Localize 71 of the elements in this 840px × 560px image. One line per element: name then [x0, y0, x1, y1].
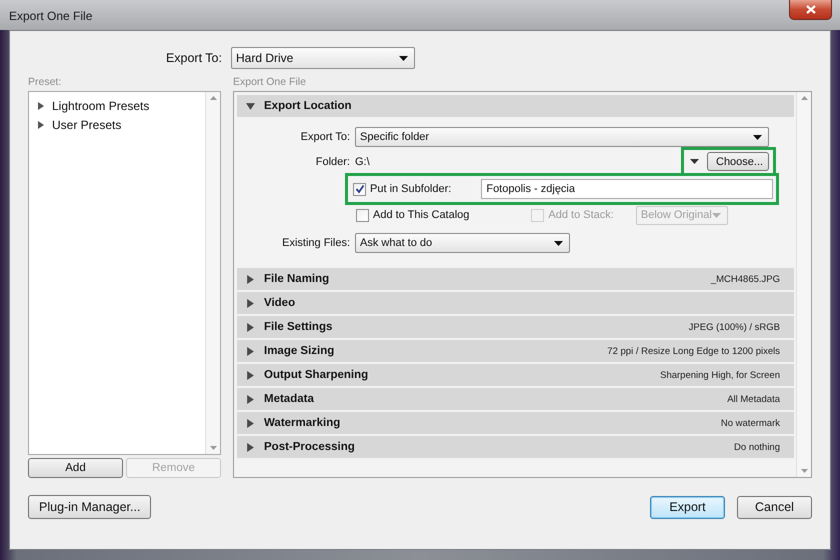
- section-summary: Do nothing: [734, 442, 780, 452]
- section-title: File Naming: [264, 273, 330, 285]
- section-header[interactable]: Image Sizing 72 ppi / Resize Long Edge to 1200 pixels: [237, 340, 794, 362]
- section-title: Image Sizing: [264, 345, 334, 357]
- collapsed-triangle-icon: [246, 322, 255, 332]
- subfolder-field[interactable]: Fotopolis - zdjęcia: [481, 179, 773, 199]
- pane-label: Preset:: [28, 75, 62, 90]
- plugin-manager-button[interactable]: Plug-in Manager...: [28, 495, 152, 519]
- section-summary: All Metadata: [727, 394, 780, 404]
- section-header[interactable]: File Settings JPEG (100%) / sRGB: [237, 316, 794, 338]
- checkbox[interactable]: [353, 182, 366, 196]
- section-header[interactable]: Output Sharpening Sharpening High, for Screen: [237, 364, 794, 386]
- checkbox-label: Add to This Catalog: [373, 209, 470, 221]
- section-header[interactable]: Export Location: [237, 95, 794, 117]
- section-header[interactable]: Video: [237, 292, 794, 314]
- section-summary: JPEG (100%) / sRGB: [688, 322, 780, 332]
- section-title: Output Sharpening: [264, 369, 368, 381]
- checkbox-label: Put in Subfolder:: [370, 183, 452, 195]
- folder-path: G:\: [355, 156, 370, 168]
- preset-button[interactable]: Add: [28, 458, 123, 478]
- caret-icon: [399, 56, 408, 60]
- scrollbar[interactable]: [205, 92, 220, 454]
- collapsed-triangle-icon: [246, 346, 255, 356]
- field-label: Folder:: [314, 156, 351, 168]
- collapsed-triangle-icon: [246, 370, 255, 380]
- section-title: Watermarking: [264, 417, 340, 429]
- field-label: Export To:: [164, 51, 222, 65]
- scrollbar[interactable]: [796, 92, 811, 477]
- dialog-button[interactable]: Cancel: [737, 496, 812, 518]
- caret-icon: [554, 240, 563, 246]
- section-header[interactable]: Post-Processing Do nothing: [237, 436, 794, 458]
- collapsed-triangle-icon: [246, 418, 255, 428]
- section-title: Video: [264, 297, 296, 309]
- collapsed-triangle-icon: [246, 274, 255, 284]
- expanded-triangle-icon: [246, 102, 255, 110]
- caret-icon: [712, 212, 721, 218]
- section-summary: _MCH4865.JPG: [710, 274, 780, 284]
- tree-item[interactable]: Lightroom Presets: [52, 99, 150, 113]
- caret-icon[interactable]: [690, 159, 699, 164]
- section-summary: 72 ppi / Resize Long Edge to 1200 pixels: [607, 346, 780, 356]
- section-title: Metadata: [264, 393, 314, 405]
- dropdown[interactable]: Hard Drive: [231, 47, 415, 69]
- pane-label: Export One File: [233, 75, 306, 90]
- caret-icon: [753, 134, 762, 140]
- section-title: Export Location: [264, 100, 352, 112]
- dropdown[interactable]: Specific folder: [355, 127, 769, 147]
- section-title: Post-Processing: [264, 441, 355, 453]
- dialog-button[interactable]: Export: [650, 496, 725, 518]
- tree-item[interactable]: User Presets: [52, 118, 122, 132]
- close-button[interactable]: [789, 0, 832, 20]
- close-icon: [806, 5, 816, 14]
- field-label: Existing Files:: [281, 237, 351, 249]
- field-label: Export To:: [300, 131, 351, 143]
- checkbox[interactable]: [356, 208, 369, 222]
- scroll-down-icon[interactable]: [210, 446, 216, 450]
- section-summary: No watermark: [720, 418, 780, 428]
- section-header[interactable]: Metadata All Metadata: [237, 388, 794, 410]
- choose-button[interactable]: Choose...: [707, 152, 769, 171]
- section-title: File Settings: [264, 321, 332, 333]
- section-summary: Sharpening High, for Screen: [660, 370, 780, 380]
- scroll-down-icon[interactable]: [800, 469, 808, 473]
- collapsed-triangle-icon: [246, 442, 255, 452]
- scroll-up-icon[interactable]: [800, 96, 808, 100]
- dropdown[interactable]: Ask what to do: [355, 233, 570, 253]
- scroll-up-icon[interactable]: [210, 96, 216, 100]
- collapsed-triangle-icon: [246, 298, 255, 308]
- section-header[interactable]: File Naming _MCH4865.JPG: [237, 268, 794, 290]
- collapsed-triangle-icon: [246, 394, 255, 404]
- window-title: Export One File: [9, 9, 92, 23]
- section-header[interactable]: Watermarking No watermark: [237, 412, 794, 434]
- checkbox-label: Add to Stack:: [548, 209, 614, 221]
